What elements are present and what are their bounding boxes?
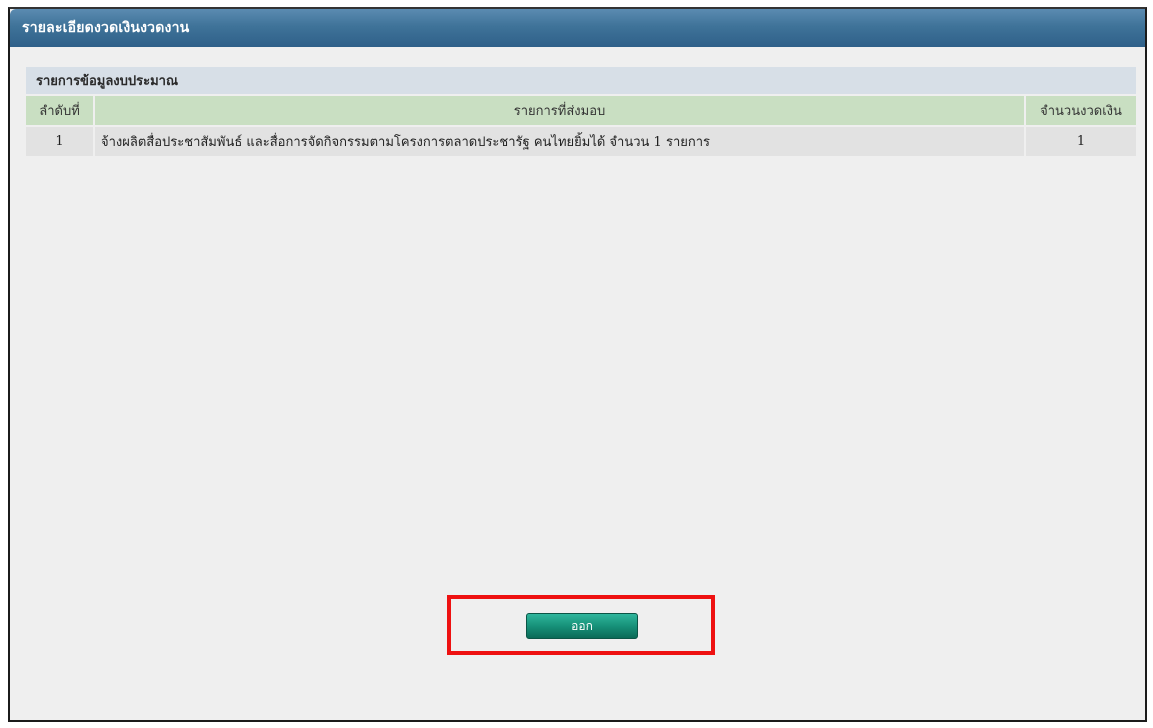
row-no: 1 [26,127,95,156]
table-row: 1 จ้างผลิตสื่อประชาสัมพันธ์ และสื่อการจั… [26,127,1136,156]
row-item-link[interactable]: จ้างผลิตสื่อประชาสัมพันธ์ และสื่อการจัดก… [95,127,1026,156]
dialog-titlebar: รายละเอียดงวดเงินงวดงาน [10,9,1145,47]
delivery-table: ลำดับที่ รายการที่ส่งมอบ จำนวนงวดเงิน 1 … [26,94,1136,158]
dialog-window: รายละเอียดงวดเงินงวดงาน รายการข้อมูลงบปร… [8,7,1147,722]
column-header-item: รายการที่ส่งมอบ [95,96,1026,125]
dialog-title: รายละเอียดงวดเงินงวดงาน [22,20,190,36]
table-header-row: ลำดับที่ รายการที่ส่งมอบ จำนวนงวดเงิน [26,96,1136,125]
panel-header: รายการข้อมูลงบประมาณ [26,67,1136,94]
row-count: 1 [1026,127,1136,156]
column-header-count: จำนวนงวดเงิน [1026,96,1136,125]
column-header-no: ลำดับที่ [26,96,95,125]
budget-panel: รายการข้อมูลงบประมาณ ลำดับที่ รายการที่ส… [26,67,1136,158]
exit-button[interactable]: ออก [526,613,638,639]
